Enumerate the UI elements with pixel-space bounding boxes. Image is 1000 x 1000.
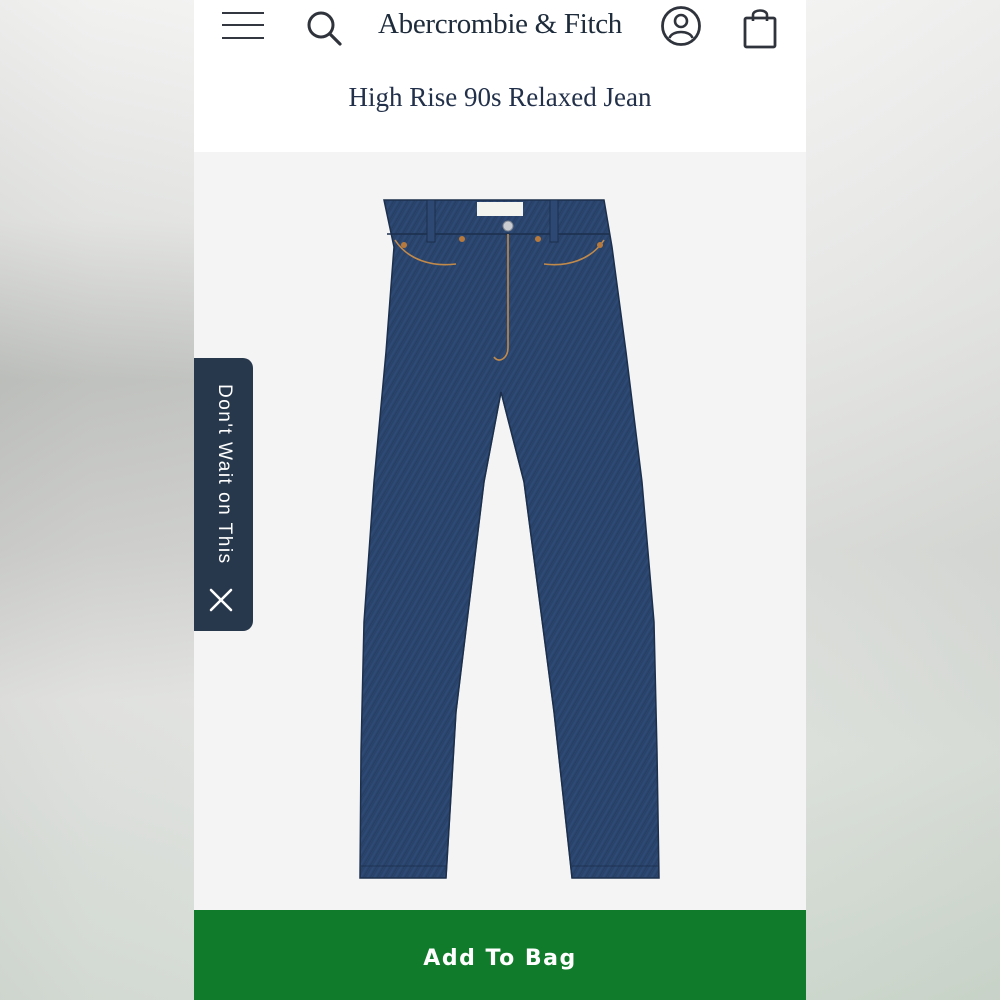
search-icon[interactable] [304, 8, 344, 48]
promo-tab-label: Don't Wait on This [214, 384, 235, 565]
product-title: High Rise 90s Relaxed Jean [348, 82, 652, 112]
account-icon[interactable] [660, 5, 702, 47]
mobile-screen: Abercrombie & Fitch High Rise 90s Relaxe… [194, 0, 806, 1000]
blurred-background-left [0, 0, 194, 1000]
promo-side-tab[interactable]: Don't Wait on This [194, 358, 253, 631]
brand-logo[interactable]: Abercrombie & Fitch [364, 8, 636, 41]
site-header: Abercrombie & Fitch [194, 0, 806, 60]
close-icon[interactable] [207, 586, 235, 614]
add-to-bag-button[interactable]: Add To Bag [194, 910, 806, 1000]
blurred-background-right [806, 0, 1000, 1000]
jeans-image [359, 199, 660, 879]
product-image[interactable] [194, 152, 806, 910]
shopping-bag-icon[interactable] [742, 6, 778, 50]
menu-icon[interactable] [222, 10, 264, 42]
